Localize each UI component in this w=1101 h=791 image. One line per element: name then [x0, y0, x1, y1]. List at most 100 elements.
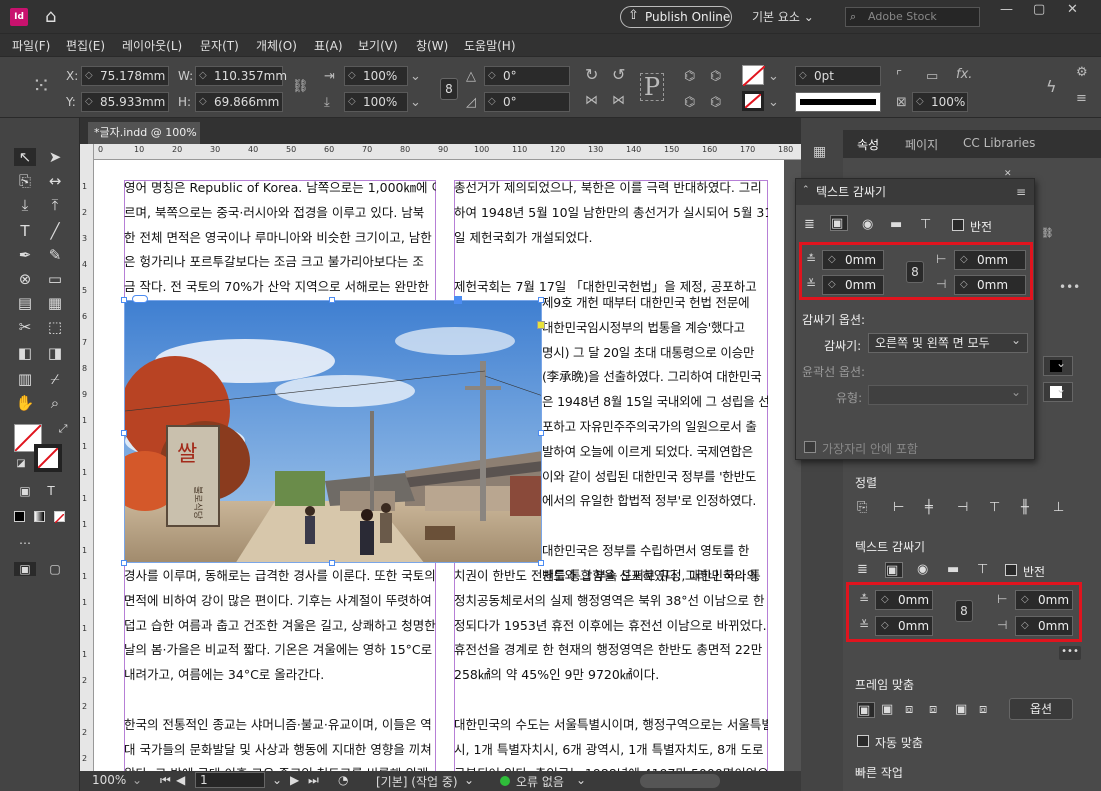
top-offset-field[interactable]: 0mm — [822, 250, 884, 270]
right-offset-field[interactable]: 0mm — [954, 275, 1026, 295]
menu-window[interactable]: 창(W) — [416, 37, 448, 54]
master-dropdown-icon[interactable]: ⌄ — [464, 773, 474, 787]
maximize-icon[interactable]: ▢ — [1033, 2, 1045, 17]
align-center-icon[interactable]: ╪ — [925, 500, 943, 516]
collapse-icon[interactable]: ⌃ — [802, 185, 810, 195]
flip-horizontal-icon[interactable]: ⋈ — [585, 93, 598, 108]
jump-column-icon[interactable]: ⊤ — [920, 217, 938, 233]
vertical-ruler[interactable]: 1 2 3 4 5 6 7 8 9 1 1 1 1 1 1 1 1 1 1 2 … — [80, 144, 94, 771]
jump-object-icon[interactable]: ▬ — [947, 562, 965, 578]
selection-handle[interactable] — [538, 560, 544, 566]
link-scale-icon[interactable]: 8 — [440, 78, 458, 100]
panel-close-icon[interactable]: ✕ — [1004, 169, 1012, 179]
minimize-icon[interactable]: — — [1000, 2, 1013, 17]
panel-menu-icon[interactable]: ≡ — [1076, 91, 1087, 106]
swap-colors-icon[interactable]: ⤢ — [52, 422, 74, 436]
content-aware-fit-icon[interactable]: ⧈ — [979, 702, 997, 718]
stroke-weight-field[interactable]: 0pt — [795, 66, 881, 86]
first-page-icon[interactable]: ⏮ — [160, 773, 171, 788]
page-number-input[interactable]: 1 — [195, 772, 265, 788]
panel-options-icon[interactable]: ≡ — [1016, 185, 1026, 199]
formatting-container-icon[interactable]: ▣ — [14, 484, 36, 498]
color-dropdown[interactable] — [1043, 354, 1073, 376]
jump-object-icon[interactable]: ▬ — [890, 217, 908, 233]
direct-selection-tool-icon[interactable]: ➤ — [44, 148, 66, 166]
bottom-offset-field[interactable]: 0mm — [822, 275, 884, 295]
text-wrap-panel-title[interactable]: 텍스트 감싸기 — [796, 179, 1034, 205]
last-page-icon[interactable]: ⏭ — [308, 773, 319, 788]
wrap-contour-icon[interactable]: ◉ — [862, 217, 880, 233]
zoom-dropdown-icon[interactable]: ⌄ — [132, 773, 142, 787]
dropdown-icon[interactable]: ⌄ — [410, 69, 421, 84]
menu-object[interactable]: 개체(O) — [256, 37, 297, 54]
selection-handle[interactable] — [121, 560, 127, 566]
text-direction-icon[interactable]: P — [640, 73, 664, 101]
stroke-type-dropdown[interactable] — [795, 92, 881, 112]
horizontal-ruler[interactable]: 0 10 20 30 40 50 60 70 80 90 100 110 120… — [94, 144, 801, 160]
page-tool-icon[interactable]: ⎘ — [14, 172, 36, 190]
menu-table[interactable]: 표(A) — [314, 37, 343, 54]
free-transform-tool-icon[interactable]: ⬚ — [44, 318, 66, 336]
make-all-settings-same-icon[interactable]: 8 — [955, 600, 973, 622]
error-status-label[interactable]: 오류 없음 — [516, 773, 564, 790]
type-tool-icon[interactable]: T — [14, 222, 36, 240]
jump-column-icon[interactable]: ⊤ — [977, 562, 995, 578]
note-tool-icon[interactable]: ▥ — [14, 370, 36, 388]
apply-none-icon[interactable] — [54, 511, 65, 524]
menu-view[interactable]: 보기(V) — [358, 37, 398, 54]
menu-help[interactable]: 도움말(H) — [464, 37, 516, 54]
master-page-label[interactable]: [기본] (작업 중) — [376, 773, 458, 790]
menu-layout[interactable]: 레이아웃(L) — [122, 37, 182, 54]
text-column-right-bottom[interactable]: 치권이 한반도 전체를 통합함을 선포하였다. 그러나 하나의 정치공동체로서의… — [454, 564, 768, 771]
dropdown-icon[interactable]: ⌄ — [768, 69, 779, 84]
tab-cc-libraries[interactable]: CC Libraries — [963, 136, 1035, 150]
pencil-tool-icon[interactable]: ✎ — [44, 246, 66, 264]
include-inside-edges-checkbox[interactable] — [804, 441, 816, 453]
anchor-handle[interactable] — [454, 296, 462, 304]
selection-handle[interactable] — [329, 560, 335, 566]
dropdown-icon[interactable]: ⌄ — [768, 95, 779, 110]
default-colors-icon[interactable]: ◪ — [10, 458, 32, 469]
fill-frame-icon[interactable]: ▣ — [857, 702, 875, 718]
wrap-contour-icon[interactable]: ◉ — [917, 562, 935, 578]
wrap-to-dropdown[interactable]: 오른쪽 및 왼쪽 면 모두 — [868, 331, 1028, 353]
text-column-right-top[interactable]: 총선거가 제의되었으나, 북한은 이를 극력 반대하였다. 그리 하여 1948… — [454, 176, 768, 300]
no-wrap-icon[interactable]: ≣ — [857, 562, 875, 578]
content-collector-icon[interactable]: ⤓ — [14, 196, 36, 214]
selection-handle[interactable] — [121, 430, 127, 436]
publish-online-button[interactable]: ⇧ Publish Online — [620, 6, 732, 28]
selection-handle[interactable] — [538, 297, 544, 303]
menu-type[interactable]: 문자(T) — [200, 37, 239, 54]
content-grabber-icon[interactable] — [132, 295, 148, 303]
effects-icon[interactable]: fx. — [956, 67, 972, 82]
make-all-settings-same-icon[interactable]: 8 — [906, 261, 924, 283]
align-right-icon[interactable]: ⊣ — [957, 500, 975, 516]
line-tool-icon[interactable]: ╱ — [44, 222, 66, 240]
flip-vertical-icon[interactable]: ⋈ — [612, 93, 625, 108]
stroke-color-swatch[interactable] — [34, 444, 62, 472]
apply-gradient-icon[interactable] — [34, 511, 45, 522]
grid-tool-icon[interactable]: ▦ — [44, 294, 66, 312]
text-column-right-wrap[interactable]: 제9호 개헌 때부터 대한민국 헌법 전문에 대한민국임시정부의 법통을 계승'… — [542, 291, 768, 589]
opacity-field[interactable]: 100% — [912, 92, 968, 112]
gear-icon[interactable]: ⚙ — [1076, 65, 1088, 80]
wrap-bounding-box-icon[interactable]: ▣ — [885, 562, 903, 578]
width-field[interactable]: 110.357mm — [195, 66, 287, 86]
selection-handle[interactable] — [329, 297, 335, 303]
dropdown-icon[interactable]: ⌄ — [410, 95, 421, 110]
selection-handle[interactable] — [538, 430, 544, 436]
preflight-icon[interactable]: ◔ — [338, 773, 348, 787]
preflight-dropdown-icon[interactable]: ⌄ — [576, 773, 586, 787]
home-icon[interactable]: ⌂ — [45, 6, 56, 27]
center-content-icon[interactable]: ▣ — [955, 702, 973, 718]
left-offset-field[interactable]: 0mm — [954, 250, 1026, 270]
stroke-dropdown[interactable] — [1043, 380, 1073, 402]
workspace-switcher[interactable]: 기본 요소 ⌄ — [752, 8, 814, 25]
rectangle-frame-tool-icon[interactable]: ⊗ — [14, 270, 36, 288]
contour-type-dropdown[interactable] — [868, 383, 1028, 405]
stock-search-input[interactable]: ⌕ Adobe Stock — [845, 7, 980, 27]
zoom-level[interactable]: 100% — [92, 773, 126, 787]
rotate-ccw-icon[interactable]: ↺ — [612, 65, 625, 84]
align-left-icon[interactable]: ⊢ — [893, 500, 911, 516]
stroke-swatch[interactable] — [742, 91, 764, 111]
